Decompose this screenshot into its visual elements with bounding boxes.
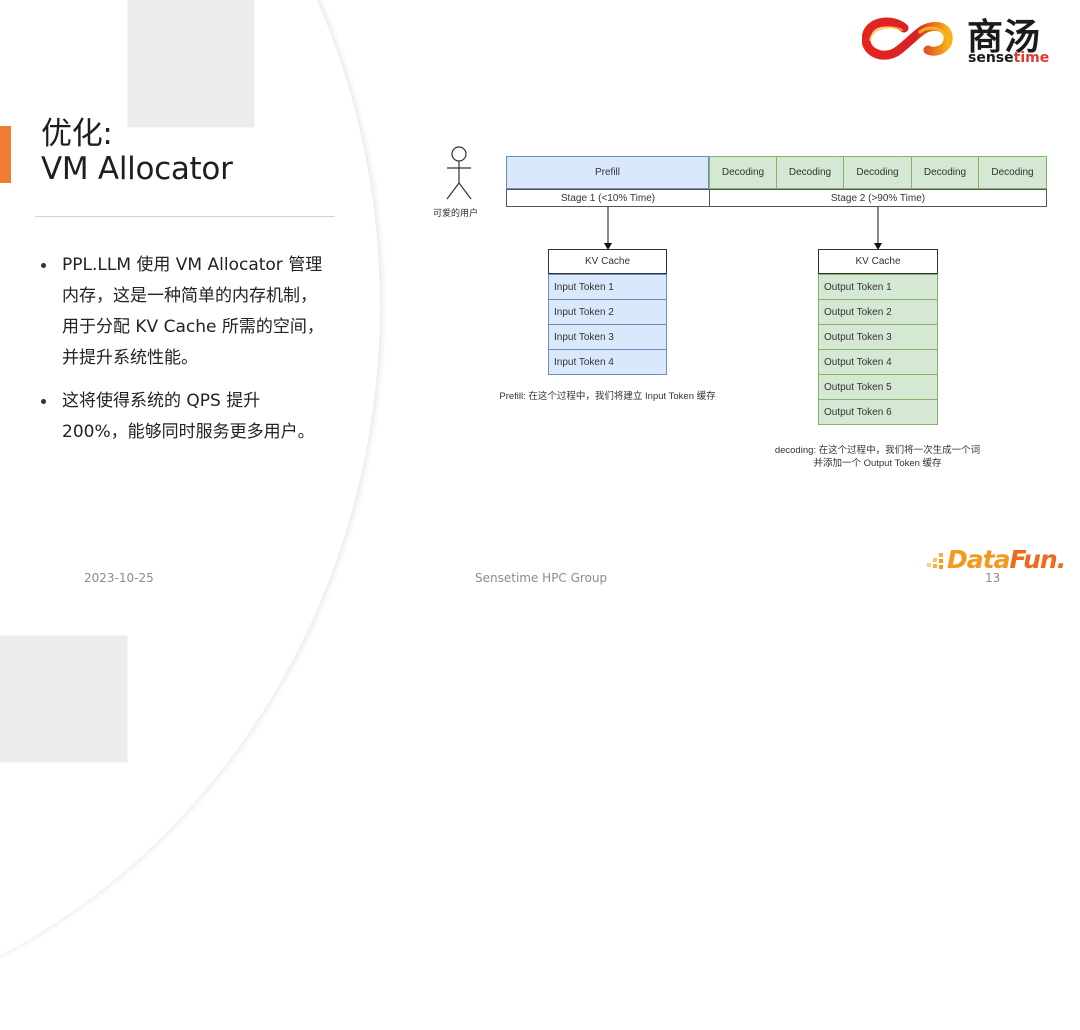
decoding-caption: decoding: 在这个过程中，我们将一次生成一个词 并添加一个 Output… [755,444,1000,470]
footer-org: Sensetime HPC Group [475,571,608,585]
kv-cache-diagram: 可爱的用户 Prefill Decoding Decoding Decoding… [0,0,1080,608]
input-token-row: Input Token 4 [548,349,667,375]
decoding-block: Decoding [709,156,777,189]
datafun-word-a: Data [947,545,1010,574]
output-token-row: Output Token 6 [818,399,938,425]
input-token-row: Input Token 3 [548,324,667,350]
output-token-row: Output Token 3 [818,324,938,350]
prefill-block: Prefill [506,156,709,189]
input-token-row: Input Token 2 [548,299,667,325]
output-token-row: Output Token 4 [818,349,938,375]
user-stick-figure-icon [446,146,472,200]
stage2-label: Stage 2 (>90% Time) [709,189,1047,207]
datafun-word-b: Fun. [1009,545,1066,574]
decoding-caption-line1: decoding: 在这个过程中，我们将一次生成一个词 [774,445,981,456]
decoding-block: Decoding [843,156,912,189]
input-token-row: Input Token 1 [548,274,667,300]
datafun-wordmark: DataFun. [947,545,1066,574]
output-token-row: Output Token 1 [818,274,938,300]
prefill-caption: Prefill: 在这个过程中，我们将建立 Input Token 缓存 [499,391,716,402]
output-token-row: Output Token 5 [818,374,938,400]
decoding-block: Decoding [978,156,1047,189]
decoding-block: Decoding [911,156,979,189]
output-token-row: Output Token 2 [818,299,938,325]
stage1-label: Stage 1 (<10% Time) [506,189,710,207]
page-number: 13 [985,571,1001,585]
decoding-caption-line2: 并添加一个 Output Token 缓存 [813,458,942,469]
kv-cache-left-header: KV Cache [548,249,667,274]
kv-cache-right-header: KV Cache [818,249,938,274]
user-label: 可爱的用户 [433,208,479,218]
decoding-block: Decoding [776,156,844,189]
footer-date: 2023-10-25 [84,571,154,585]
pixel-dots-icon [927,553,943,569]
